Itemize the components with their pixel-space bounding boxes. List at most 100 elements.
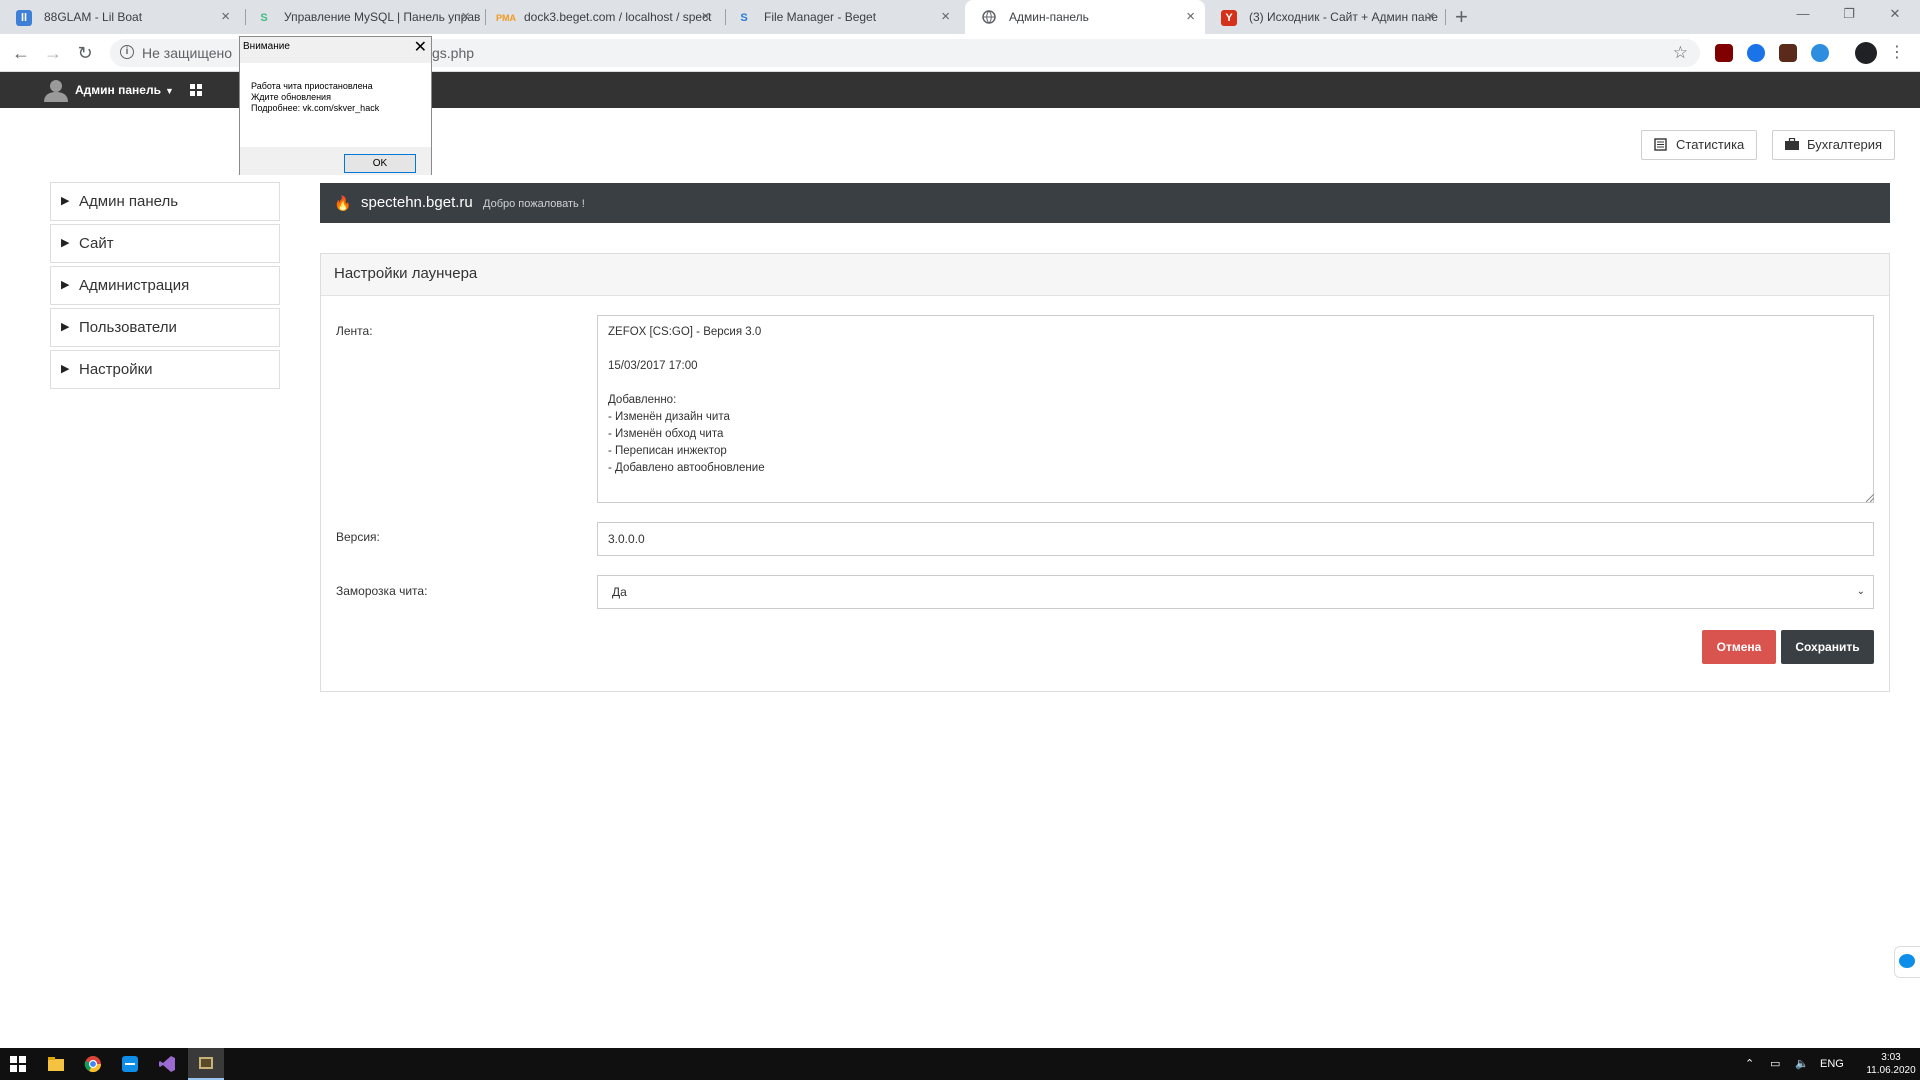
dialog-body: Работа чита приостановлена Ждите обновле… xyxy=(240,63,431,175)
statistics-button[interactable]: Статистика xyxy=(1641,130,1758,160)
url-text[interactable]: gs.php xyxy=(432,39,474,67)
chrome-icon[interactable] xyxy=(83,1054,103,1074)
freeze-label: Заморозка чита: xyxy=(336,584,428,598)
alert-dialog: Внимание ✕ Работа чита приостановлена Жд… xyxy=(239,36,432,175)
info-icon[interactable]: i xyxy=(120,45,134,59)
taskbar-clock[interactable]: 3:03 11.06.2020 xyxy=(1866,1051,1916,1077)
resize-handle-icon[interactable] xyxy=(1866,494,1874,502)
pma-icon: PMA xyxy=(496,13,516,23)
dialog-title: Внимание xyxy=(243,41,290,52)
save-button[interactable]: Сохранить xyxy=(1781,630,1874,664)
network-icon[interactable]: ▭ xyxy=(1770,1048,1780,1080)
triangle-right-icon: ▶ xyxy=(61,321,70,333)
tab-file-manager[interactable]: S File Manager - Beget × xyxy=(720,0,960,34)
security-label[interactable]: Не защищено xyxy=(142,39,232,67)
dialog-ok-button[interactable]: OK xyxy=(344,154,416,173)
briefcase-icon xyxy=(1785,138,1799,150)
teamviewer-icon xyxy=(1899,954,1915,968)
user-menu[interactable]: Админ панель ▼ xyxy=(75,72,174,109)
statistics-label: Статистика xyxy=(1676,137,1745,152)
dialog-line: Подробнее: vk.com/skver_hack xyxy=(251,103,380,113)
tab-title: 88GLAM - Lil Boat xyxy=(44,10,143,24)
triangle-right-icon: ▶ xyxy=(61,237,70,249)
close-icon[interactable]: × xyxy=(1426,0,1435,34)
active-app-highlight[interactable] xyxy=(188,1048,224,1080)
caret-down-icon: ▼ xyxy=(164,86,174,96)
cancel-button[interactable]: Отмена xyxy=(1702,630,1776,664)
file-explorer-icon[interactable] xyxy=(46,1054,66,1074)
sidebar-item-administration[interactable]: ▶ Администрация xyxy=(50,266,280,305)
profile-avatar[interactable] xyxy=(1855,42,1877,64)
reload-button[interactable]: ↻ xyxy=(74,42,96,64)
download-extension-icon[interactable] xyxy=(1747,44,1765,62)
user-menu-label: Админ панель xyxy=(75,83,161,97)
feed-textarea[interactable]: ZEFOX [CS:GO] - Версия 3.0 15/03/2017 17… xyxy=(597,315,1874,503)
clock-time: 3:03 xyxy=(1881,1052,1901,1063)
tab-title: Админ-панель xyxy=(1009,10,1089,24)
tab-title: (3) Исходник - Сайт + Админ пане xyxy=(1249,10,1438,24)
launcher-settings-panel: Настройки лаунчера Лента: ZEFOX [CS:GO] … xyxy=(320,253,1890,692)
panel-title: Настройки лаунчера xyxy=(321,254,1889,296)
language-indicator[interactable]: ENG xyxy=(1820,1048,1844,1080)
teamviewer-taskbar-icon[interactable] xyxy=(120,1054,140,1074)
accounting-button[interactable]: Бухгалтерия xyxy=(1772,130,1896,160)
extension-icon[interactable] xyxy=(1779,44,1797,62)
close-icon[interactable]: × xyxy=(221,0,230,34)
new-tab-button[interactable]: + xyxy=(1455,0,1468,34)
version-label: Версия: xyxy=(336,530,380,544)
accounting-label: Бухгалтерия xyxy=(1807,137,1883,152)
app-icon xyxy=(199,1057,213,1069)
sidebar-item-label: Пользователи xyxy=(79,319,177,336)
chevron-down-icon: ⌄ xyxy=(1856,586,1865,597)
triangle-right-icon: ▶ xyxy=(61,363,70,375)
dialog-line: Работа чита приостановлена xyxy=(251,81,373,91)
sidebar-item-admin-panel[interactable]: ▶ Админ панель xyxy=(50,182,280,221)
close-icon[interactable]: × xyxy=(941,0,950,34)
window-close-button[interactable]: ✕ xyxy=(1872,0,1918,28)
teamviewer-widget[interactable] xyxy=(1894,946,1920,978)
freeze-selected-value: Да xyxy=(612,585,627,599)
tab-title: dock3.beget.com / localhost / spect xyxy=(524,10,712,24)
tab-title: File Manager - Beget xyxy=(764,10,877,24)
sidebar-item-users[interactable]: ▶ Пользователи xyxy=(50,308,280,347)
tab-mysql[interactable]: S Управление MySQL | Панель управ × xyxy=(240,0,480,34)
close-icon[interactable]: ✕ xyxy=(414,37,427,57)
tab-88glam[interactable]: ll 88GLAM - Lil Boat × xyxy=(0,0,240,34)
sidebar-item-label: Администрация xyxy=(79,277,190,294)
site-name: spectehn.bget.ru xyxy=(361,194,473,211)
triangle-right-icon: ▶ xyxy=(61,195,70,207)
tray-chevron-up-icon[interactable]: ⌃ xyxy=(1745,1048,1754,1080)
close-icon[interactable]: × xyxy=(461,0,470,34)
menu-kebab-icon[interactable]: ⋮ xyxy=(1886,42,1908,64)
welcome-bar: 🔥 spectehn.bget.ru Добро пожаловать ! xyxy=(320,183,1890,223)
sidebar-item-settings[interactable]: ▶ Настройки xyxy=(50,350,280,389)
tab-phpmyadmin[interactable]: PMA dock3.beget.com / localhost / spect … xyxy=(480,0,720,34)
statistics-icon xyxy=(1654,138,1667,151)
beget-icon: S xyxy=(740,12,748,24)
sidebar-item-label: Сайт xyxy=(79,235,114,252)
close-icon[interactable]: × xyxy=(701,0,710,34)
windows-taskbar: ⌃ ▭ 🔈 ENG 3:03 11.06.2020 xyxy=(0,1048,1920,1080)
tab-source[interactable]: Y (3) Исходник - Сайт + Админ пане × xyxy=(1205,0,1445,34)
fire-icon: 🔥 xyxy=(334,195,352,211)
extension-icon[interactable] xyxy=(1811,44,1829,62)
freeze-select[interactable]: Да ⌄ xyxy=(597,575,1874,609)
forward-button[interactable]: → xyxy=(42,42,64,64)
restore-button[interactable]: ❐ xyxy=(1826,0,1872,28)
feed-label: Лента: xyxy=(336,324,373,338)
ublock-extension-icon[interactable] xyxy=(1715,44,1733,62)
sidebar-item-site[interactable]: ▶ Сайт xyxy=(50,224,280,263)
tab-admin-panel[interactable]: Админ-панель × xyxy=(965,0,1205,34)
version-input[interactable]: 3.0.0.0 xyxy=(597,522,1874,556)
y-icon: Y xyxy=(1221,10,1237,26)
volume-icon[interactable]: 🔈 xyxy=(1795,1048,1809,1080)
sidebar-item-label: Настройки xyxy=(79,361,153,378)
minimize-button[interactable]: — xyxy=(1780,0,1826,28)
bookmark-star-icon[interactable]: ☆ xyxy=(1673,39,1688,67)
close-icon[interactable]: × xyxy=(1186,0,1195,34)
back-button[interactable]: ← xyxy=(10,42,32,64)
visual-studio-icon[interactable] xyxy=(157,1054,177,1074)
windows-start-icon[interactable] xyxy=(8,1054,28,1074)
globe-icon xyxy=(981,10,997,26)
apps-grid-icon[interactable] xyxy=(190,84,202,96)
